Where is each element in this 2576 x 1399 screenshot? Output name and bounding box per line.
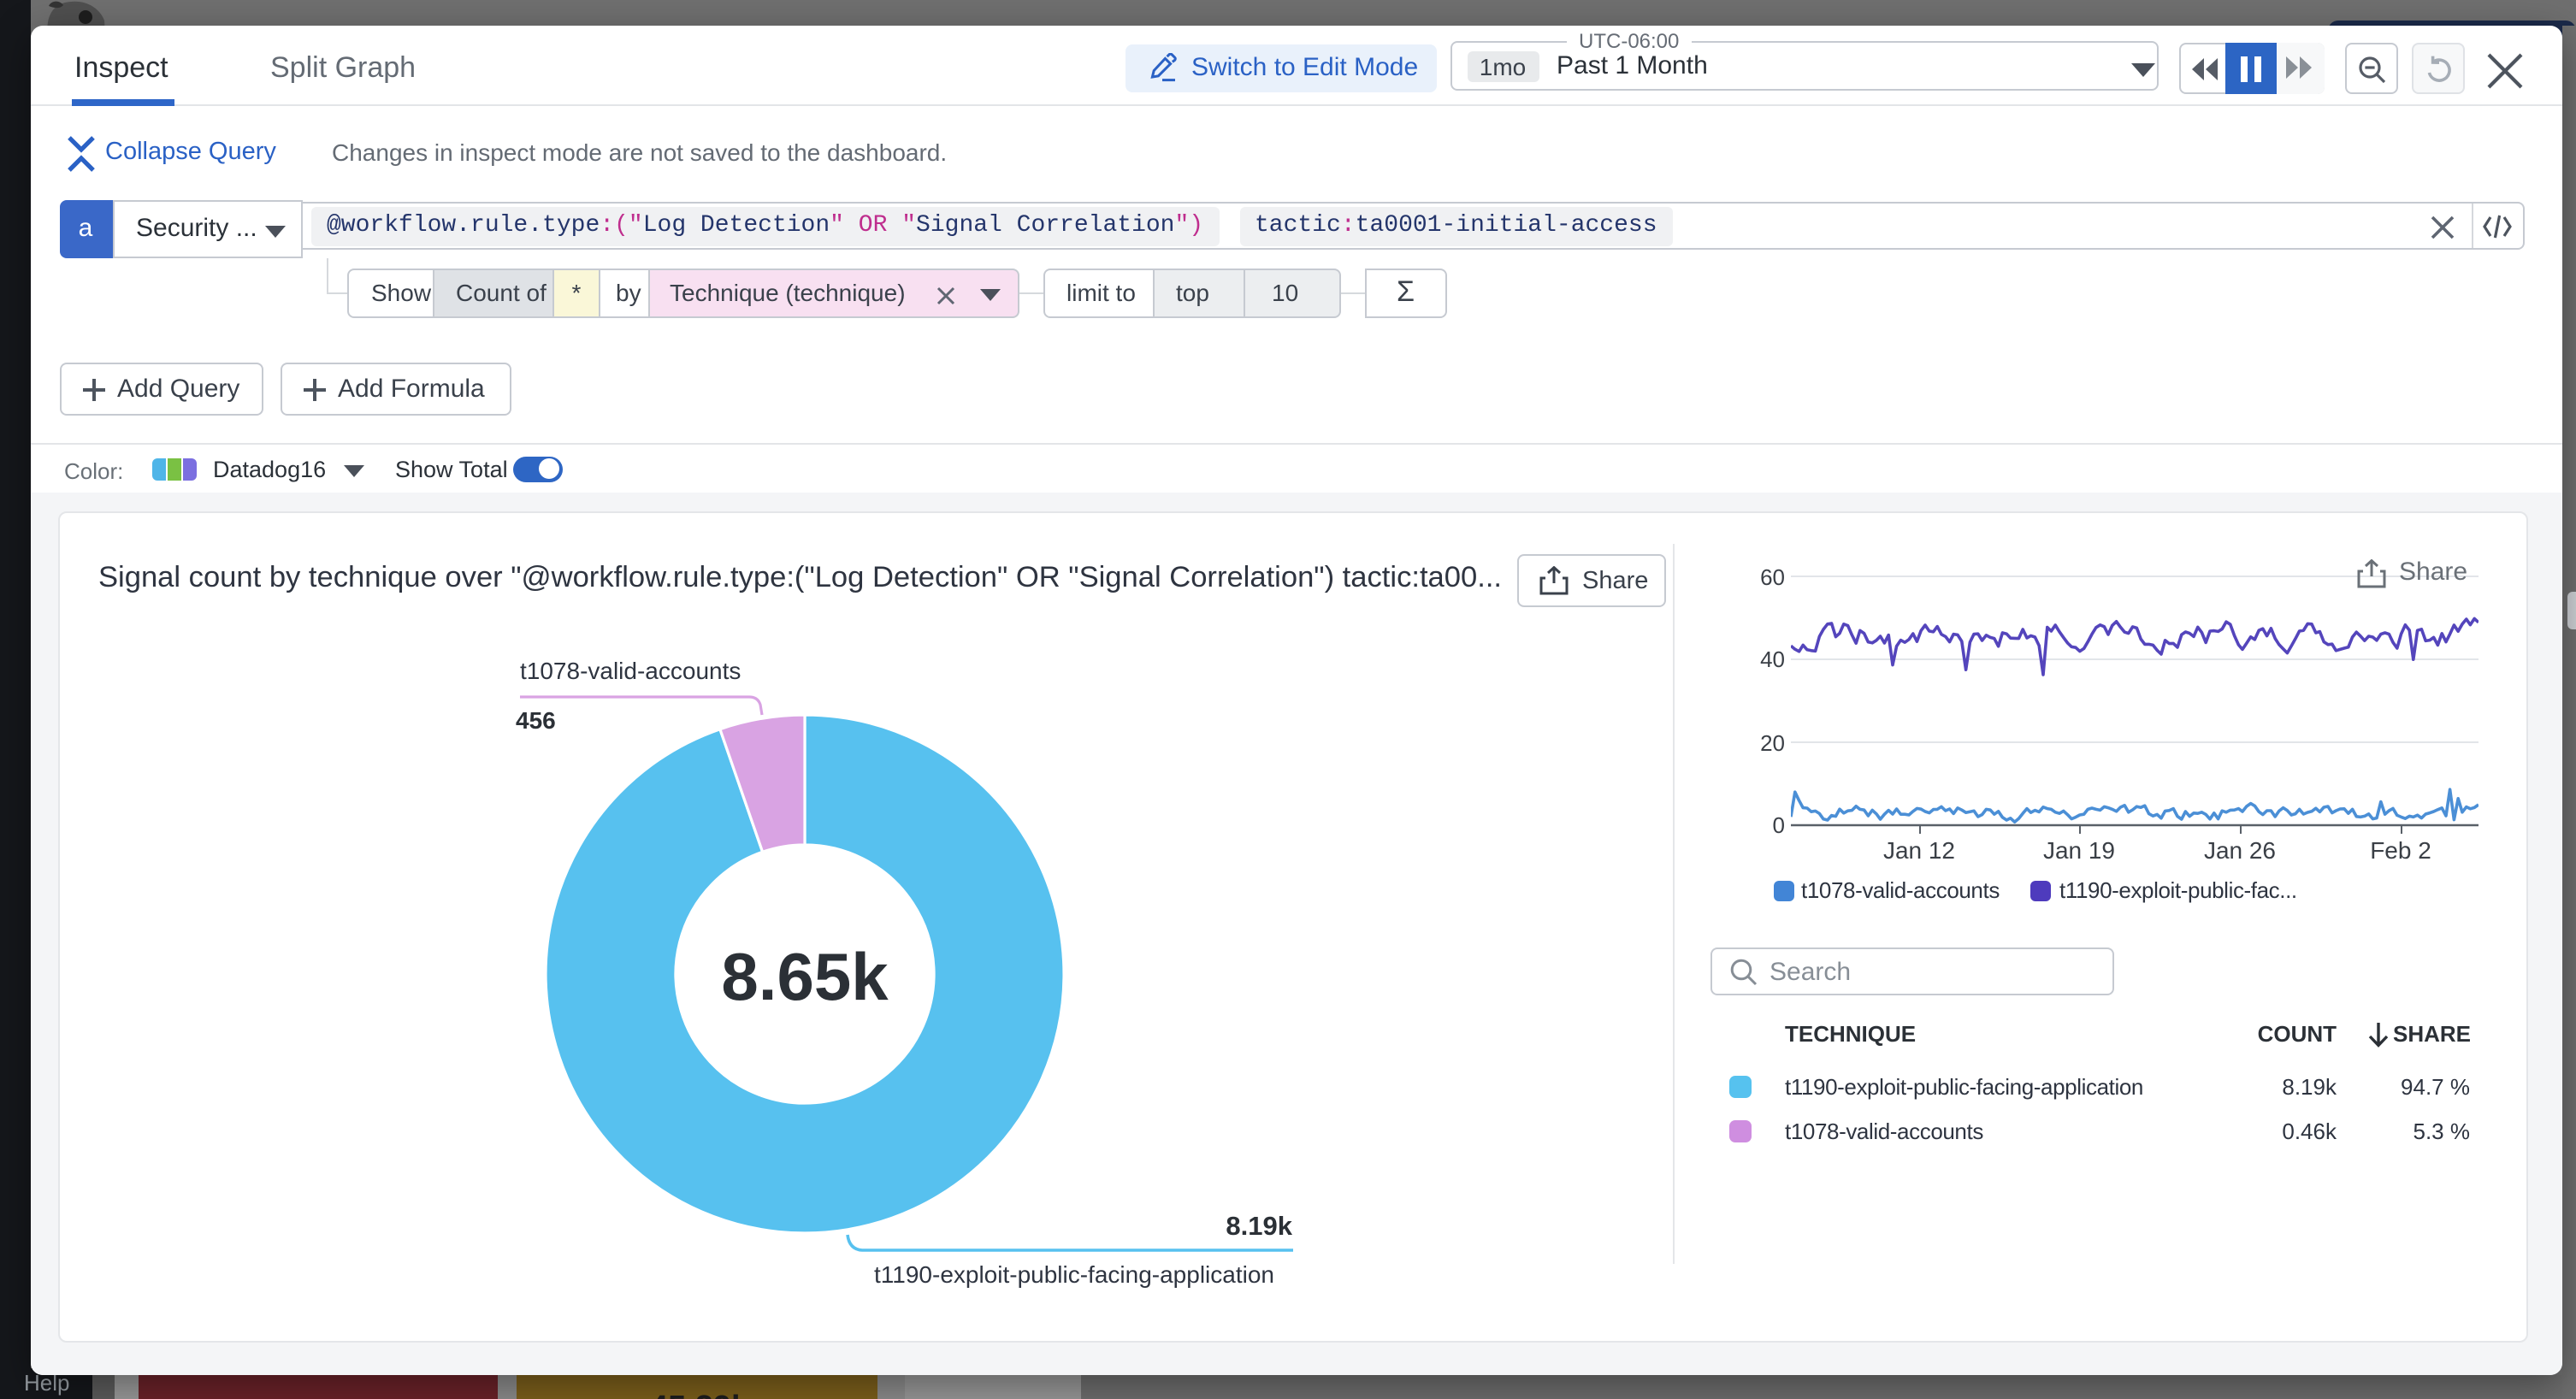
svg-text:8.65k: 8.65k [720,938,888,1013]
